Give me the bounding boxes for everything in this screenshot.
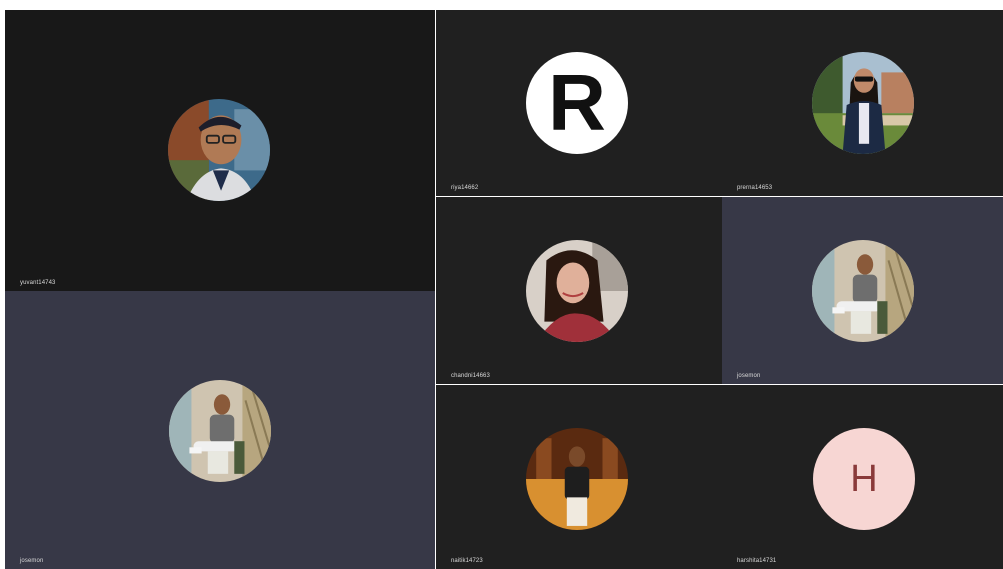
avatar-prerna bbox=[812, 52, 914, 154]
participant-name: riya14662 bbox=[451, 185, 479, 191]
participant-tile-josemon[interactable]: josemon bbox=[722, 197, 1003, 384]
harshita-initial: H bbox=[850, 458, 878, 500]
participant-name: josemon bbox=[737, 373, 761, 379]
avatar-josemon bbox=[812, 240, 914, 342]
participant-tile-yuvant[interactable]: yuvant14743 bbox=[5, 10, 435, 291]
person-photo-icon bbox=[169, 380, 271, 482]
participant-tile-prerna[interactable]: prerna14653 bbox=[722, 10, 1003, 196]
participant-tile-naitik[interactable]: naitik14723 bbox=[436, 385, 722, 569]
person-photo-icon bbox=[526, 240, 628, 342]
participant-name: chandni14663 bbox=[451, 373, 490, 379]
avatar-josemon bbox=[169, 380, 271, 482]
participant-name: naitik14723 bbox=[451, 558, 483, 564]
avatar-harshita: H bbox=[813, 428, 915, 530]
avatar-naitik bbox=[526, 428, 628, 530]
person-photo-icon bbox=[526, 428, 628, 530]
riya-initial: R bbox=[548, 58, 606, 147]
avatar-yuvant bbox=[168, 99, 270, 201]
participant-tile-chandni[interactable]: chandni14663 bbox=[436, 197, 722, 384]
person-photo-icon bbox=[812, 52, 914, 154]
avatar-chandni bbox=[526, 240, 628, 342]
participant-name: harshita14731 bbox=[737, 558, 777, 564]
participant-name: prerna14653 bbox=[737, 185, 773, 191]
participant-tile-josemon-active[interactable]: josemon bbox=[5, 291, 435, 569]
video-grid: yuvant14743 josemon R riya14662 prerna14… bbox=[5, 10, 1003, 569]
participant-tile-harshita[interactable]: H harshita14731 bbox=[722, 385, 1003, 569]
avatar-riya: R bbox=[526, 52, 628, 154]
participant-name: josemon bbox=[20, 558, 44, 564]
person-photo-icon bbox=[168, 99, 270, 201]
participant-name: yuvant14743 bbox=[20, 280, 56, 286]
person-photo-icon bbox=[812, 240, 914, 342]
participant-tile-riya[interactable]: R riya14662 bbox=[436, 10, 722, 196]
